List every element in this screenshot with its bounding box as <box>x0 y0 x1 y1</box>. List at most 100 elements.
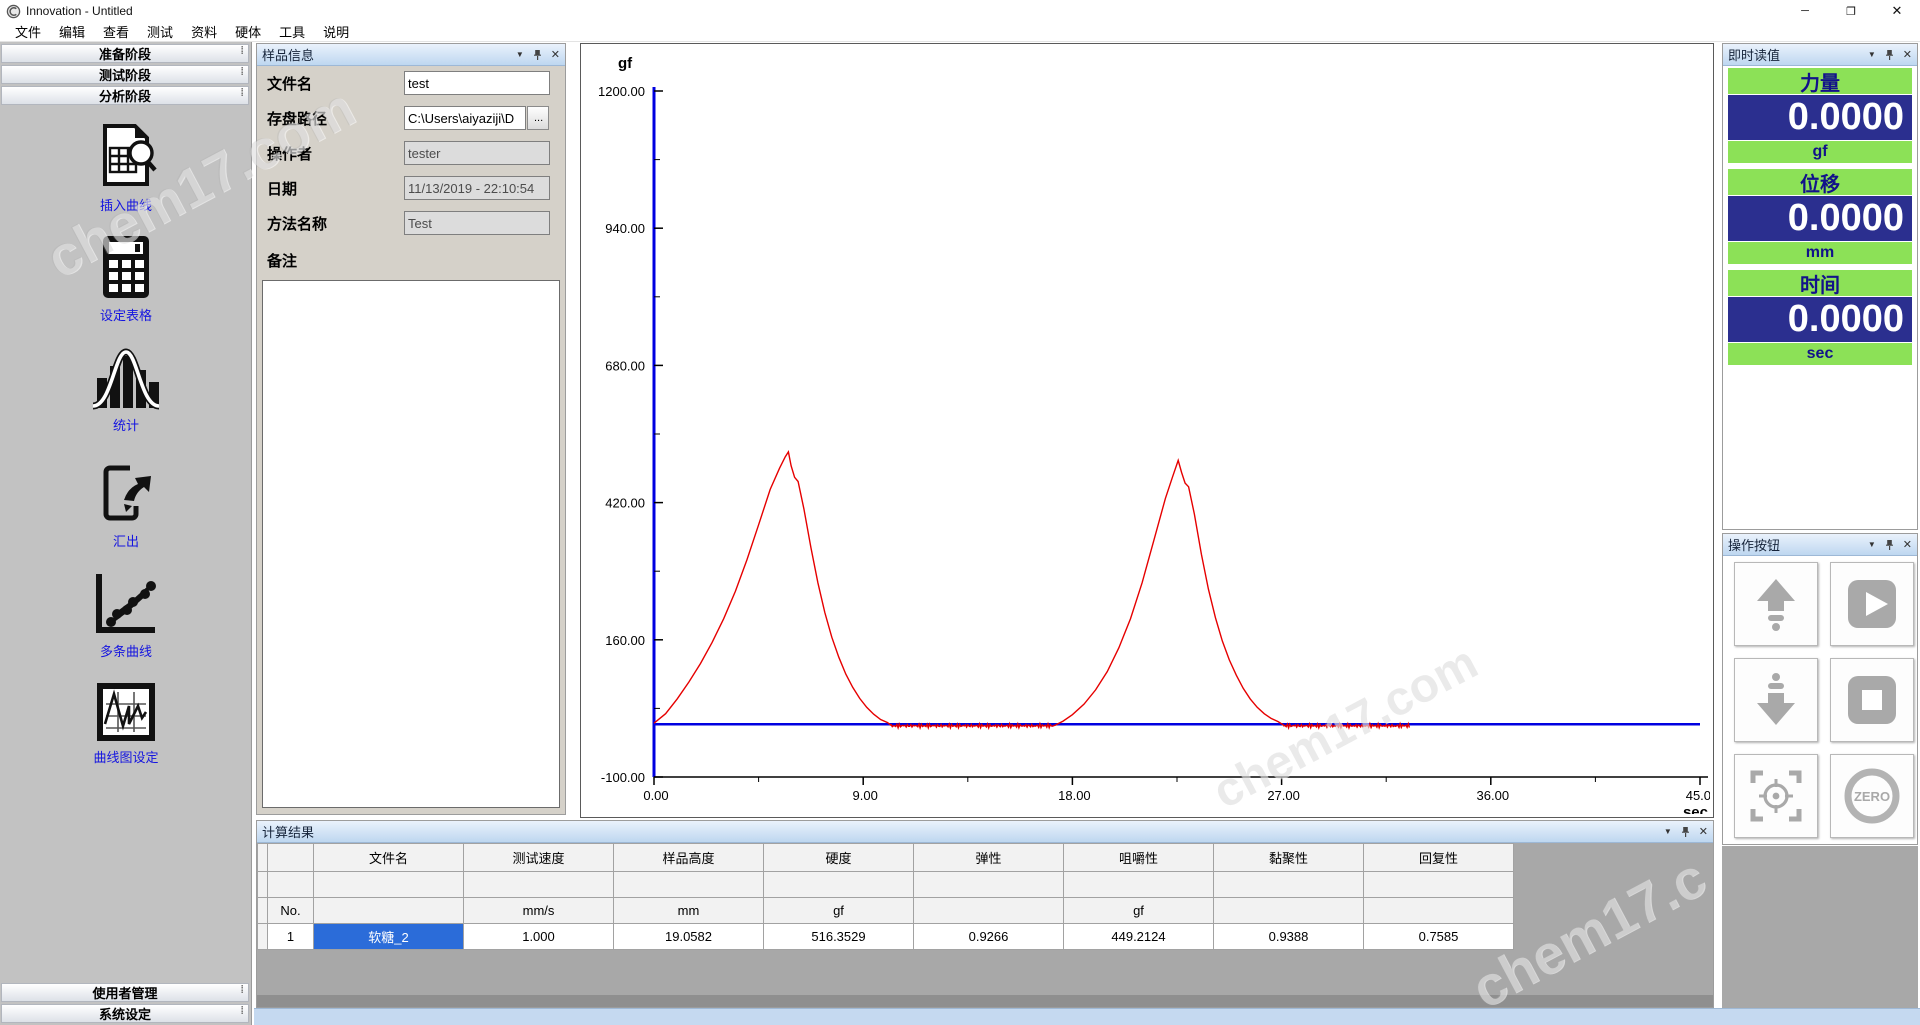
tool-label: 多条曲线 <box>100 641 152 660</box>
force-value: 0.0000 <box>1728 95 1912 140</box>
memo-textarea[interactable] <box>262 280 560 808</box>
menu-help[interactable]: 说明 <box>314 22 358 41</box>
svg-text:420.00: 420.00 <box>605 496 645 511</box>
close-button[interactable]: ✕ <box>1874 0 1920 22</box>
menu-bar: 文件 编辑 查看 测试 资料 硬体 工具 说明 <box>0 22 1920 42</box>
maximize-button[interactable]: ❐ <box>1828 0 1874 22</box>
bottom-dock-strip <box>254 1008 1920 1025</box>
panel-menu-icon[interactable]: ▼ <box>1664 827 1672 836</box>
menu-edit[interactable]: 编辑 <box>50 22 94 41</box>
pin-icon[interactable] <box>532 49 543 61</box>
sample-info-panel: 样品信息 ▼ ✕ 文件名 存盘路径 ... 操作者 日期 方法名称 备注 <box>256 43 566 815</box>
panel-menu-icon[interactable]: ▼ <box>1868 540 1876 549</box>
sidebar-item-analysis-stage[interactable]: 分析阶段⁞ <box>1 86 249 105</box>
displacement-reading: 位移 0.0000 mm <box>1728 169 1912 264</box>
jog-up-button[interactable] <box>1734 562 1818 646</box>
sidebar: 准备阶段⁞ 测试阶段⁞ 分析阶段⁞ 插入曲线 <box>0 42 252 1025</box>
panel-title: 计算结果 <box>262 822 1664 841</box>
stop-button[interactable] <box>1830 658 1914 742</box>
cell-test-speed[interactable]: 1.000 <box>464 924 614 950</box>
panel-title: 即时读值 <box>1728 45 1868 64</box>
pin-icon[interactable] <box>1884 539 1895 551</box>
menu-tools[interactable]: 工具 <box>270 22 314 41</box>
panel-close-icon[interactable]: ✕ <box>1903 48 1912 61</box>
cell-chewiness[interactable]: 449.2124 <box>1064 924 1214 950</box>
cell-sample-height[interactable]: 19.0582 <box>614 924 764 950</box>
displacement-label: 位移 <box>1728 169 1912 195</box>
cell-cohesiveness[interactable]: 0.9388 <box>1214 924 1364 950</box>
svg-text:160.00: 160.00 <box>605 633 645 648</box>
sidebar-item-set-table[interactable]: 设定表格 <box>0 234 252 324</box>
menu-test[interactable]: 测试 <box>138 22 182 41</box>
tool-label: 统计 <box>113 415 139 434</box>
force-unit: gf <box>1728 141 1912 163</box>
sidebar-item-statistics[interactable]: 统计 <box>0 348 252 434</box>
results-table[interactable]: 文件名 测试速度 样品高度 硬度 弹性 咀嚼性 黏聚性 回复性 No. mm/s… <box>257 843 1514 950</box>
method-name-input <box>404 211 550 235</box>
browse-button[interactable]: ... <box>527 106 549 130</box>
sidebar-item-user-management[interactable]: 使用者管理⁞ <box>1 983 249 1002</box>
date-input <box>404 176 550 200</box>
jog-down-icon <box>1747 671 1805 729</box>
stage-label: 分析阶段 <box>99 86 151 105</box>
filename-input[interactable] <box>404 71 550 95</box>
row-number: 1 <box>268 924 314 950</box>
insert-curve-icon <box>93 122 159 190</box>
sidebar-item-export[interactable]: 汇出 <box>0 462 252 550</box>
panel-menu-icon[interactable]: ▼ <box>516 50 524 59</box>
stage-label: 准备阶段 <box>99 44 151 63</box>
menu-file[interactable]: 文件 <box>6 22 50 41</box>
menu-data[interactable]: 资料 <box>182 22 226 41</box>
run-button[interactable] <box>1830 562 1914 646</box>
stage-label: 使用者管理 <box>92 983 157 1002</box>
svg-text:27.00: 27.00 <box>1267 788 1300 803</box>
cell-hardness[interactable]: 516.3529 <box>764 924 914 950</box>
sample-info-body: 文件名 存盘路径 ... 操作者 日期 方法名称 备注 <box>257 66 565 814</box>
results-footer <box>257 995 1713 1007</box>
pin-icon[interactable] <box>1884 49 1895 61</box>
cell-resilience[interactable]: 0.7585 <box>1364 924 1514 950</box>
jog-down-button[interactable] <box>1734 658 1818 742</box>
panel-close-icon[interactable]: ✕ <box>1699 825 1708 838</box>
menu-hardware[interactable]: 硬体 <box>226 22 270 41</box>
set-table-icon <box>97 234 155 300</box>
target-button[interactable] <box>1734 754 1818 838</box>
svg-text:940.00: 940.00 <box>605 221 645 236</box>
action-header: 操作按钮 ▼ ✕ <box>1723 534 1917 556</box>
cell-filename[interactable]: 软糖_2 <box>314 924 464 950</box>
multi-curve-icon <box>93 572 159 636</box>
sidebar-item-prepare-stage[interactable]: 准备阶段⁞ <box>1 44 249 63</box>
svg-text:9.00: 9.00 <box>853 788 878 803</box>
sidebar-item-system-settings[interactable]: 系统设定⁞ <box>1 1004 249 1023</box>
col-filename: 文件名 <box>314 844 464 872</box>
force-time-chart[interactable]: 1200.00940.00680.00420.00160.00-100.000.… <box>584 47 1710 814</box>
col-hardness: 硬度 <box>764 844 914 872</box>
sidebar-item-curve-settings[interactable]: 曲线图设定 <box>0 682 252 766</box>
sidebar-item-test-stage[interactable]: 测试阶段⁞ <box>1 65 249 84</box>
panel-menu-icon[interactable]: ▼ <box>1868 50 1876 59</box>
svg-text:0.00: 0.00 <box>643 788 668 803</box>
tool-label: 曲线图设定 <box>93 747 158 766</box>
minimize-button[interactable]: ─ <box>1782 0 1828 22</box>
force-reading: 力量 0.0000 gf <box>1728 68 1912 163</box>
table-blank-row <box>258 872 1514 898</box>
results-body: 文件名 测试速度 样品高度 硬度 弹性 咀嚼性 黏聚性 回复性 No. mm/s… <box>257 843 1713 1007</box>
app-icon <box>6 4 21 19</box>
sidebar-item-multi-curve[interactable]: 多条曲线 <box>0 572 252 660</box>
chart-panel: 1200.00940.00680.00420.00160.00-100.000.… <box>580 43 1714 818</box>
panel-close-icon[interactable]: ✕ <box>1903 538 1912 551</box>
svg-text:-100.00: -100.00 <box>601 770 645 785</box>
operator-label: 操作者 <box>257 143 404 164</box>
sidebar-item-insert-curve[interactable]: 插入曲线 <box>0 122 252 214</box>
menu-view[interactable]: 查看 <box>94 22 138 41</box>
readings-body: 力量 0.0000 gf 位移 0.0000 mm 时间 0.0000 sec <box>1723 66 1917 529</box>
table-row[interactable]: 1 软糖_2 1.000 19.0582 516.3529 0.9266 449… <box>258 924 1514 950</box>
save-path-input[interactable] <box>404 106 526 130</box>
pin-icon[interactable] <box>1680 826 1691 838</box>
zero-button[interactable]: ZERO <box>1830 754 1914 838</box>
panel-close-icon[interactable]: ✕ <box>551 48 560 61</box>
cell-springiness[interactable]: 0.9266 <box>914 924 1064 950</box>
readings-header: 即时读值 ▼ ✕ <box>1723 44 1917 66</box>
svg-text:sec: sec <box>1683 804 1708 814</box>
results-header: 计算结果 ▼ ✕ <box>257 821 1713 843</box>
